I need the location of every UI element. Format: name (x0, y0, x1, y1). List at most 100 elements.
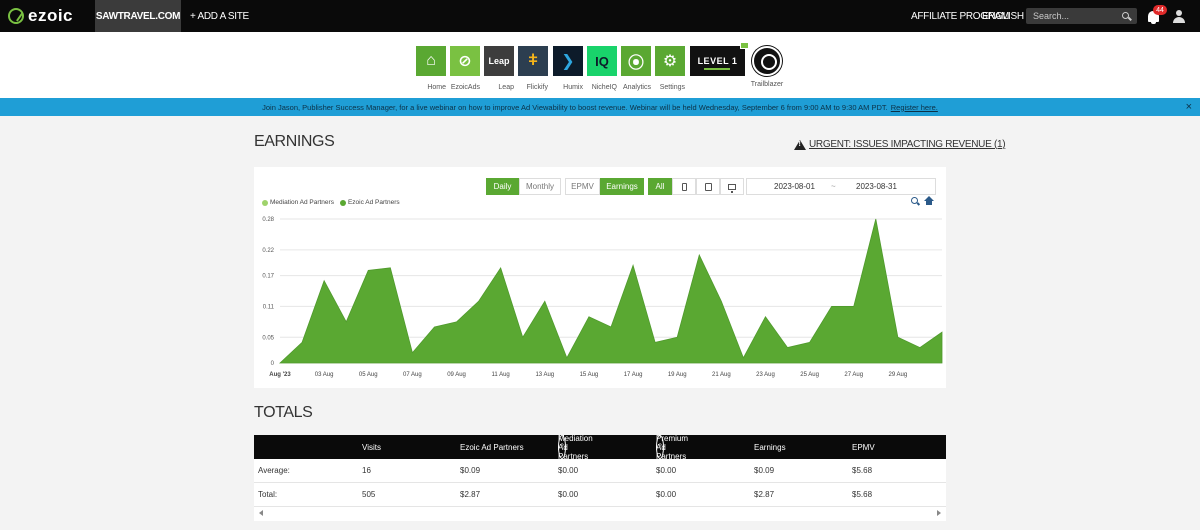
close-icon[interactable]: × (1186, 101, 1192, 113)
earnings-heading: EARNINGS (254, 133, 335, 150)
app-label: Settings (659, 84, 685, 91)
ezoic-logo-icon (8, 8, 24, 24)
app-label: Leap (498, 84, 514, 91)
user-icon[interactable] (1173, 10, 1185, 23)
analytics-icon: ⦿ (621, 46, 651, 76)
mobile-button[interactable] (672, 178, 696, 195)
y-tick-label: 0.22 (262, 248, 274, 254)
earnings-button[interactable]: Earnings (600, 178, 644, 195)
x-tick-label: 15 Aug (580, 372, 599, 378)
app-label: Analytics (622, 84, 651, 91)
legend-label: Ezoic Ad Partners (347, 199, 400, 206)
trailblazer-icon[interactable] (752, 46, 782, 76)
table-row: Average: 16 $0.09 $0.00 $0.00 $0.09 $5.6… (254, 459, 946, 483)
x-tick-label: 07 Aug (403, 372, 422, 378)
leap-icon: Leap (484, 46, 514, 76)
cell: $2.87 (754, 490, 775, 499)
help-icon[interactable]: ? (656, 435, 664, 459)
gear-icon: ⚙ (655, 46, 685, 76)
legend-item[interactable]: Ezoic Ad Partners (339, 199, 400, 206)
trailblazer-label: Trailblazer (750, 81, 784, 88)
x-tick-label: Aug '23 (269, 372, 291, 378)
cell: $5.68 (852, 490, 873, 499)
cell: $5.68 (852, 466, 873, 475)
col-ezoic-ad-partners: Ezoic Ad Partners (460, 442, 524, 452)
level-badge[interactable]: LEVEL 1 (690, 46, 745, 76)
site-selector[interactable]: SAWTRAVEL.COM (95, 0, 181, 32)
date-to: 2023-08-31 (856, 182, 897, 191)
cell: $0.00 (656, 490, 677, 499)
series-area-ezoic-ad-partners[interactable] (278, 218, 943, 364)
x-tick-label: 09 Aug (447, 372, 466, 378)
x-tick-label: 13 Aug (535, 372, 554, 378)
app-label: NicheIQ (591, 84, 617, 91)
row-label: Total: (258, 490, 278, 499)
y-tick-label: 0.17 (262, 274, 274, 280)
app-ezoicads[interactable]: ⊘ EzoicAds (450, 46, 480, 94)
x-tick-label: 25 Aug (800, 372, 819, 378)
date-separator: ~ (831, 182, 836, 191)
search-input[interactable] (1026, 11, 1116, 21)
register-link[interactable]: Register here. (891, 103, 938, 112)
scroll-right-icon[interactable] (937, 510, 941, 516)
x-tick-label: 03 Aug (315, 372, 334, 378)
cell: 16 (362, 466, 371, 475)
monthly-button[interactable]: Monthly (519, 178, 561, 195)
zoom-icon[interactable] (911, 197, 918, 204)
app-leap[interactable]: Leap Leap (484, 46, 514, 94)
app-home[interactable]: ⌂ Home (416, 46, 446, 94)
x-tick-label: 11 Aug (492, 372, 510, 378)
language-label: ENGLISH (982, 10, 1024, 22)
table-header: Visits Ezoic Ad Partners Mediation Ad Pa… (254, 434, 946, 461)
earnings-chart-card: Daily Monthly EPMV Earnings All 2023-08-… (254, 167, 946, 388)
top-navbar: ezoic SAWTRAVEL.COM + ADD A SITE AFFILIA… (0, 0, 1200, 32)
desktop-icon (728, 183, 736, 193)
search-icon[interactable] (1122, 12, 1129, 19)
desktop-button[interactable] (720, 178, 744, 195)
x-tick-label: 27 Aug (844, 372, 863, 378)
webinar-banner: Join Jason, Publisher Success Manager, f… (0, 98, 1200, 116)
legend-item[interactable]: Mediation Ad Partners (262, 199, 334, 206)
cell: $0.09 (754, 466, 775, 475)
row-label: Average: (258, 466, 290, 475)
app-humix[interactable]: ❯ Humix (553, 46, 583, 94)
col-visits: Visits (362, 442, 381, 452)
device-all-button[interactable]: All (648, 178, 672, 195)
x-tick-label: 17 Aug (624, 372, 643, 378)
flickify-icon: ǂ (518, 46, 548, 76)
legend-swatch (262, 199, 268, 206)
date-range-picker[interactable]: 2023-08-01 ~ 2023-08-31 (746, 178, 936, 195)
x-tick-label: 19 Aug (668, 372, 687, 378)
app-label: Humix (563, 84, 583, 91)
totals-table: Visits Ezoic Ad Partners Mediation Ad Pa… (254, 434, 946, 521)
urgent-issues-link[interactable]: URGENT: ISSUES IMPACTING REVENUE (1) (794, 139, 1006, 150)
totals-heading: TOTALS (254, 404, 313, 421)
help-icon[interactable]: ? (558, 435, 566, 459)
x-tick-label: 21 Aug (712, 372, 731, 378)
horizontal-scrollbar[interactable] (254, 507, 946, 521)
scroll-left-icon[interactable] (259, 510, 263, 516)
add-site-link[interactable]: + ADD A SITE (190, 0, 249, 32)
app-analytics[interactable]: ⦿ Analytics (621, 46, 651, 94)
legend-label: Mediation Ad Partners (270, 199, 334, 206)
home-icon: ⌂ (416, 46, 446, 76)
y-tick-label: 0.11 (263, 304, 275, 310)
app-nicheiq[interactable]: IQ NicheIQ (587, 46, 617, 94)
daily-button[interactable]: Daily (486, 178, 519, 195)
app-label: Home (427, 84, 446, 91)
y-tick-label: 0.05 (262, 335, 274, 341)
epmv-button[interactable]: EPMV (565, 178, 600, 195)
tablet-button[interactable] (696, 178, 720, 195)
logo-text: ezoic (28, 6, 74, 25)
mail-icon[interactable] (740, 42, 749, 49)
col-earnings: Earnings (754, 442, 786, 452)
table-row: Total: 505 $2.87 $0.00 $0.00 $2.87 $5.68 (254, 483, 946, 507)
nicheiq-icon: IQ (587, 46, 617, 76)
y-tick-label: 0.28 (262, 217, 274, 223)
app-settings[interactable]: ⚙ Settings (655, 46, 685, 94)
app-label: Flickify (526, 84, 548, 91)
ezoic-logo[interactable]: ezoic (8, 6, 74, 25)
app-flickify[interactable]: ǂ Flickify (518, 46, 548, 94)
date-from: 2023-08-01 (774, 182, 815, 191)
reset-zoom-home-icon[interactable] (924, 196, 934, 206)
